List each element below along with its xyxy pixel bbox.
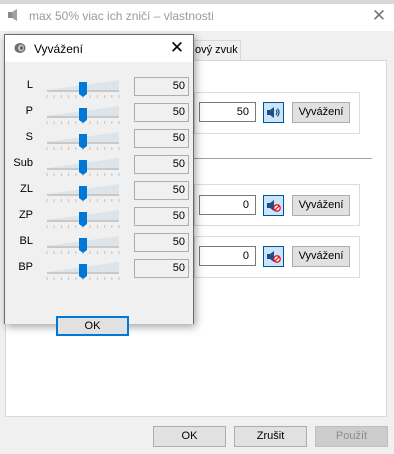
channel-row: ZP 50: [5, 205, 193, 231]
level-value-field[interactable]: 50: [199, 102, 256, 122]
close-icon[interactable]: ✕: [366, 4, 392, 28]
channel-label: S: [25, 131, 33, 143]
channel-label: Sub: [13, 157, 33, 169]
channel-row: L 50: [5, 75, 193, 101]
channel-label: BP: [18, 261, 33, 273]
channel-value[interactable]: 50: [134, 259, 189, 278]
slider-thumb: [79, 238, 87, 253]
balance-titlebar: Vyvážení ✕: [5, 35, 193, 62]
channel-label: ZP: [18, 209, 33, 221]
balance-body: L 50 P 50 S 50 Sub 50 ZL 50 ZP 50 BL 50 …: [5, 62, 193, 336]
balance-button[interactable]: Vyvážení: [292, 102, 350, 123]
speaker-icon[interactable]: [263, 102, 284, 123]
ok-button[interactable]: OK: [56, 316, 129, 336]
background-window-strip: [0, 0, 394, 4]
channel-slider[interactable]: [43, 75, 123, 101]
slider-thumb: [79, 134, 87, 149]
slider-thumb: [79, 186, 87, 201]
channel-slider[interactable]: [43, 231, 123, 257]
section-divider: [194, 158, 372, 159]
channel-value[interactable]: 50: [134, 181, 189, 200]
slider-graphic: [46, 184, 120, 202]
balance-button[interactable]: Vyvážení: [292, 195, 350, 216]
slider-graphic: [46, 132, 120, 150]
speaker-muted-icon[interactable]: [263, 195, 284, 216]
channel-row: Sub 50: [5, 153, 193, 179]
channel-row: ZL 50: [5, 179, 193, 205]
slider-graphic: [46, 158, 120, 176]
slider-thumb: [79, 160, 87, 175]
slider-thumb: [79, 108, 87, 123]
tab-label: ový zvuk: [195, 44, 238, 56]
ok-button[interactable]: OK: [153, 426, 226, 447]
channel-slider[interactable]: [43, 179, 123, 205]
channel-slider[interactable]: [43, 127, 123, 153]
slider-graphic: [46, 106, 120, 124]
channel-slider[interactable]: [43, 205, 123, 231]
channel-label: L: [26, 79, 33, 91]
slider-graphic: [46, 236, 120, 254]
channel-value[interactable]: 50: [134, 129, 189, 148]
channel-value[interactable]: 50: [134, 155, 189, 174]
cancel-button[interactable]: Zrušit: [234, 426, 307, 447]
channel-value[interactable]: 50: [134, 77, 189, 96]
slider-graphic: [46, 210, 120, 228]
channel-row: BL 50: [5, 231, 193, 257]
channel-slider[interactable]: [43, 101, 123, 127]
speaker-app-icon: [8, 9, 17, 21]
slider-thumb: [79, 264, 87, 279]
channel-row: S 50: [5, 127, 193, 153]
channel-slider[interactable]: [43, 257, 123, 283]
tab-spatial-sound[interactable]: ový zvuk: [190, 40, 241, 61]
properties-title: max 50% viac ich zničí – vlastnosti: [29, 9, 214, 23]
channel-value[interactable]: 50: [134, 103, 189, 122]
level-value-field[interactable]: 0: [199, 246, 256, 266]
channel-slider[interactable]: [43, 153, 123, 179]
channel-label: P: [25, 105, 33, 117]
speaker-app-icon: [14, 43, 26, 53]
slider-graphic: [46, 80, 120, 98]
slider-graphic: [46, 262, 120, 280]
close-icon[interactable]: ✕: [165, 37, 189, 59]
properties-titlebar: max 50% viac ich zničí – vlastnosti ✕: [0, 0, 394, 31]
channel-row: BP 50: [5, 257, 193, 283]
slider-thumb: [79, 212, 87, 227]
speaker-muted-icon[interactable]: [263, 246, 284, 267]
slider-thumb: [79, 82, 87, 97]
balance-dialog: Vyvážení ✕ L 50 P 50 S 50 Sub 50 ZL 50 Z…: [4, 34, 194, 336]
channel-label: BL: [19, 235, 33, 247]
balance-button[interactable]: Vyvážení: [292, 246, 350, 267]
channel-row: P 50: [5, 101, 193, 127]
channel-value[interactable]: 50: [134, 207, 189, 226]
balance-title: Vyvážení: [34, 42, 83, 56]
level-value-field[interactable]: 0: [199, 195, 256, 215]
channel-value[interactable]: 50: [134, 233, 189, 252]
apply-button[interactable]: Použít: [315, 426, 388, 447]
channel-label: ZL: [20, 183, 33, 195]
